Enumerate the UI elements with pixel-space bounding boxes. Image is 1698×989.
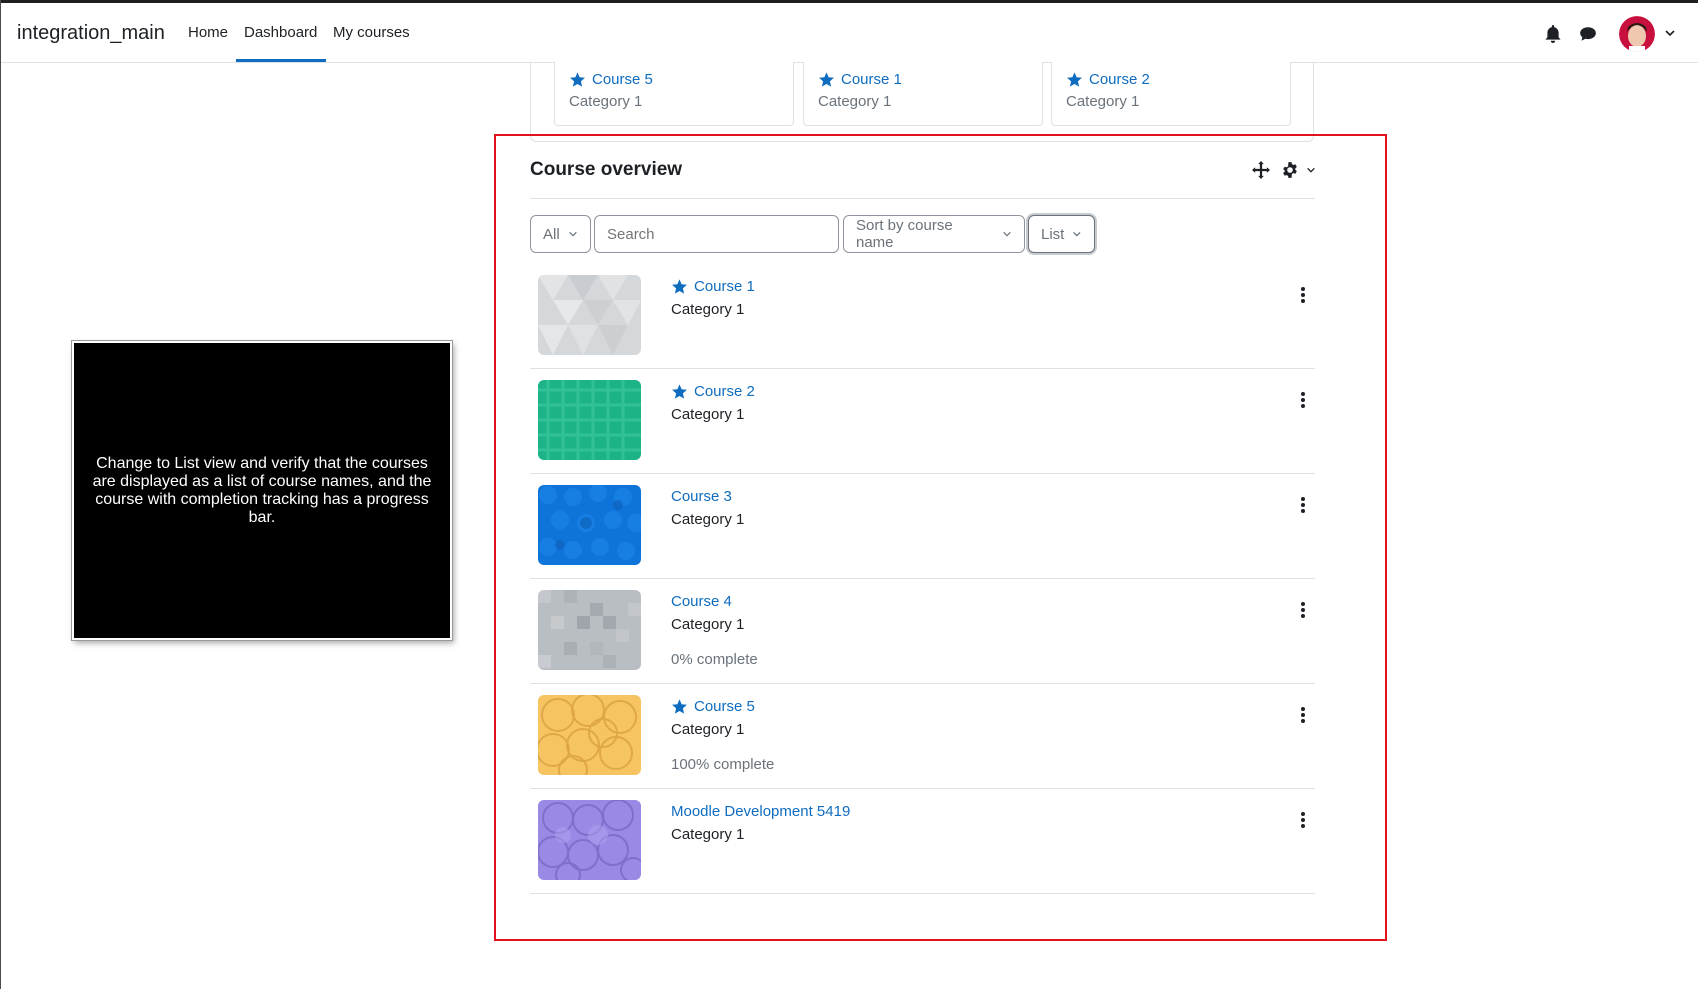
view-mode-dropdown[interactable]: List: [1028, 215, 1095, 253]
star-icon: [570, 72, 585, 87]
view-mode-label: List: [1041, 225, 1065, 243]
starred-course-card[interactable]: Course 5 Category 1: [554, 62, 794, 126]
top-navbar: integration_main Home Dashboard My cours…: [1, 3, 1698, 63]
starred-course-link[interactable]: Course 2: [1066, 71, 1150, 88]
chevron-down-icon[interactable]: [1664, 27, 1676, 39]
kebab-menu-icon[interactable]: [1300, 391, 1306, 409]
bell-icon[interactable]: [1544, 25, 1562, 43]
chevron-down-icon[interactable]: [1306, 165, 1316, 175]
course-category: Category 1: [671, 616, 745, 633]
course-link[interactable]: Course 4: [671, 593, 732, 610]
course-name: Course 3: [671, 488, 732, 505]
chevron-down-icon: [1073, 231, 1081, 237]
course-name: Course 5: [694, 698, 755, 715]
star-icon: [1067, 72, 1082, 87]
kebab-menu-icon[interactable]: [1300, 496, 1306, 514]
starred-course-category: Category 1: [1066, 93, 1140, 110]
nav-dashboard-link[interactable]: Dashboard: [244, 24, 317, 41]
star-icon: [672, 699, 687, 714]
course-category: Category 1: [671, 826, 745, 843]
site-brand[interactable]: integration_main: [17, 22, 165, 45]
course-link[interactable]: Course 5: [671, 698, 755, 715]
course-name: Course 1: [694, 278, 755, 295]
kebab-menu-icon[interactable]: [1300, 811, 1306, 829]
grouping-filter-label: All: [543, 225, 560, 243]
starred-course-name: Course 5: [592, 71, 653, 88]
course-category: Category 1: [671, 511, 745, 528]
star-icon: [672, 384, 687, 399]
chevron-down-icon: [1003, 231, 1011, 237]
nav-home-link[interactable]: Home: [188, 24, 228, 41]
kebab-menu-icon[interactable]: [1300, 706, 1306, 724]
course-image[interactable]: [538, 695, 641, 775]
course-list-item[interactable]: Course 1 Category 1: [530, 264, 1315, 369]
chevron-down-icon: [568, 231, 577, 237]
gear-icon[interactable]: [1281, 161, 1299, 179]
window-left-border: [0, 0, 1, 989]
course-link[interactable]: Course 2: [671, 383, 755, 400]
course-image[interactable]: [538, 800, 641, 880]
course-category: Category 1: [671, 301, 745, 318]
user-avatar[interactable]: [1619, 16, 1655, 52]
kebab-menu-icon[interactable]: [1300, 286, 1306, 304]
course-category: Category 1: [671, 406, 745, 423]
starred-course-link[interactable]: Course 5: [569, 71, 653, 88]
course-link[interactable]: Course 1: [671, 278, 755, 295]
course-progress-text: 0% complete: [671, 651, 758, 668]
course-image[interactable]: [538, 590, 641, 670]
sort-dropdown[interactable]: Sort by course name: [843, 215, 1025, 253]
course-list-item[interactable]: Course 2 Category 1: [530, 369, 1315, 474]
sort-label: Sort by course name: [856, 217, 953, 251]
star-icon: [672, 279, 687, 294]
course-list-item[interactable]: Course 4 Category 1 0% complete: [530, 579, 1315, 684]
course-name: Moodle Development 5419: [671, 803, 851, 820]
starred-course-card[interactable]: Course 1 Category 1: [803, 62, 1043, 126]
star-icon: [819, 72, 834, 87]
active-nav-indicator: [236, 59, 326, 62]
course-list-item[interactable]: Course 3 Category 1: [530, 474, 1315, 579]
course-name: Course 4: [671, 593, 732, 610]
course-link[interactable]: Moodle Development 5419: [671, 803, 850, 820]
course-image[interactable]: [538, 275, 641, 355]
search-input[interactable]: [594, 215, 839, 253]
instruction-text: Change to List view and verify that the …: [92, 454, 432, 526]
nav-my-courses-link[interactable]: My courses: [333, 24, 410, 41]
course-category: Category 1: [671, 721, 745, 738]
starred-course-category: Category 1: [818, 93, 892, 110]
kebab-menu-icon[interactable]: [1300, 601, 1306, 619]
grouping-filter-dropdown[interactable]: All: [530, 215, 591, 253]
course-list-item[interactable]: Moodle Development 5419 Category 1: [530, 789, 1315, 894]
course-overview-title: Course overview: [530, 159, 683, 180]
starred-course-card[interactable]: Course 2 Category 1: [1051, 62, 1291, 126]
starred-course-name: Course 2: [1089, 71, 1150, 88]
course-name: Course 2: [694, 383, 755, 400]
course-link[interactable]: Course 3: [671, 488, 732, 505]
starred-course-link[interactable]: Course 1: [818, 71, 902, 88]
course-image[interactable]: [538, 380, 641, 460]
starred-course-category: Category 1: [569, 93, 643, 110]
course-image[interactable]: [538, 485, 641, 565]
move-icon[interactable]: [1252, 161, 1270, 179]
course-progress-text: 100% complete: [671, 756, 775, 773]
divider: [530, 198, 1315, 199]
course-list-item[interactable]: Course 5 Category 1 100% complete: [530, 684, 1315, 789]
instruction-overlay: Change to List view and verify that the …: [72, 341, 452, 640]
starred-course-name: Course 1: [841, 71, 902, 88]
chat-icon[interactable]: [1579, 25, 1597, 43]
